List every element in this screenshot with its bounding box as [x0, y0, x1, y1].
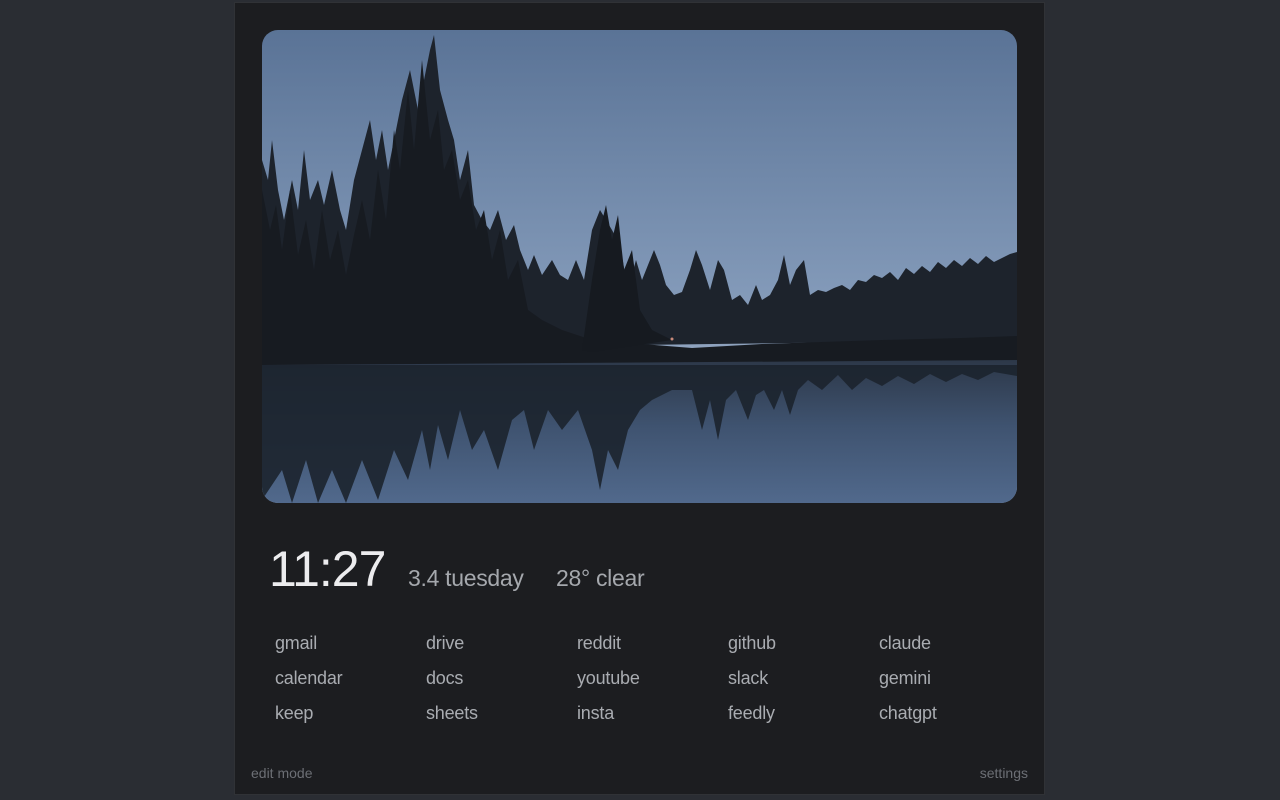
weather-label: 28° clear: [556, 565, 645, 591]
edit-mode-button[interactable]: edit mode: [251, 765, 312, 781]
link-github[interactable]: github: [728, 628, 879, 663]
link-calendar[interactable]: calendar: [275, 663, 426, 698]
link-feedly[interactable]: feedly: [728, 698, 879, 733]
wallpaper-image: [262, 30, 1017, 503]
link-slack[interactable]: slack: [728, 663, 879, 698]
clock-time: 11:27: [269, 541, 386, 597]
date-label: 3.4 tuesday: [408, 565, 524, 591]
link-gemini[interactable]: gemini: [879, 663, 1030, 698]
link-insta[interactable]: insta: [577, 698, 728, 733]
dashboard-panel: 11:27 3.4 tuesday 28° clear gmail drive …: [234, 2, 1045, 795]
link-keep[interactable]: keep: [275, 698, 426, 733]
link-chatgpt[interactable]: chatgpt: [879, 698, 1030, 733]
quick-links-grid: gmail drive reddit github claude calenda…: [275, 628, 1030, 733]
settings-button[interactable]: settings: [980, 765, 1028, 781]
lake-forest-photo: [262, 30, 1017, 503]
link-youtube[interactable]: youtube: [577, 663, 728, 698]
link-reddit[interactable]: reddit: [577, 628, 728, 663]
link-docs[interactable]: docs: [426, 663, 577, 698]
link-claude[interactable]: claude: [879, 628, 1030, 663]
link-sheets[interactable]: sheets: [426, 698, 577, 733]
link-drive[interactable]: drive: [426, 628, 577, 663]
link-gmail[interactable]: gmail: [275, 628, 426, 663]
